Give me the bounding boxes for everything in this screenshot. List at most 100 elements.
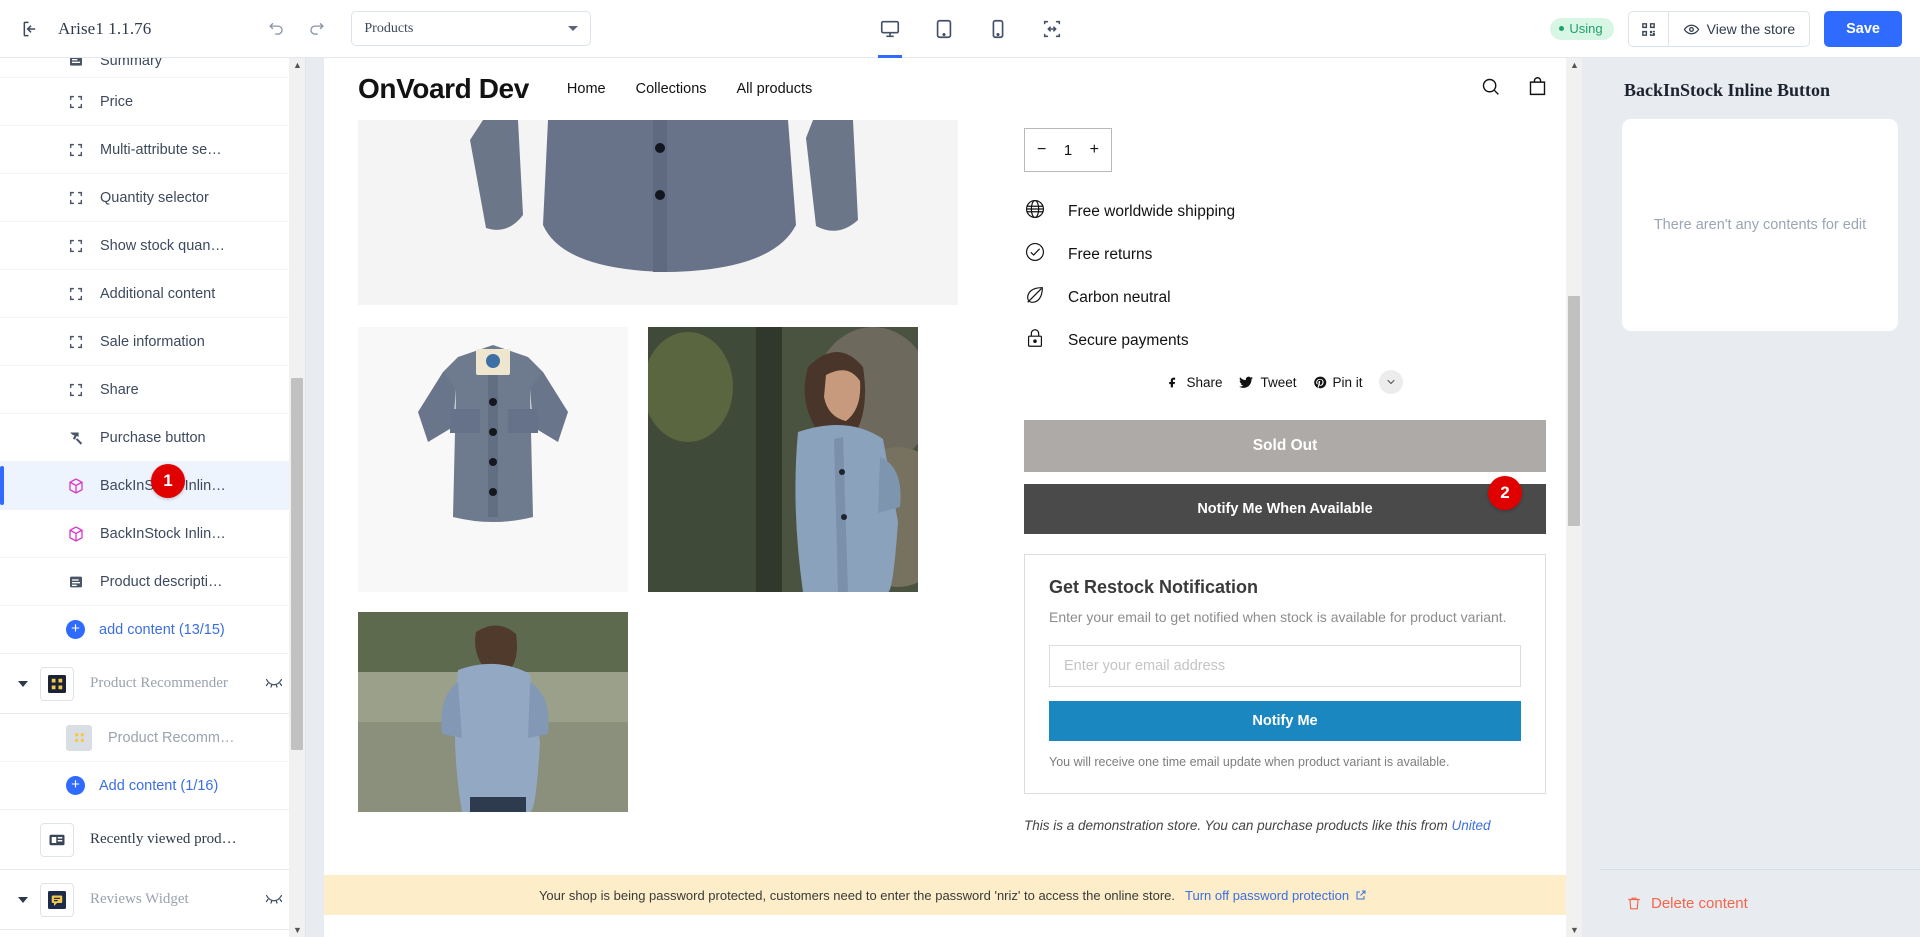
sidebar-group-label: Recently viewed prod… bbox=[90, 831, 237, 847]
restock-email-input[interactable] bbox=[1049, 645, 1521, 688]
sidebar-item-label: Product descripti… bbox=[100, 573, 223, 590]
undo-icon[interactable] bbox=[261, 14, 291, 44]
sidebar-item-sale-information[interactable]: Sale information bbox=[0, 318, 305, 366]
quantity-stepper[interactable]: − 1 + bbox=[1024, 128, 1112, 172]
sidebar-item-label: Summary bbox=[100, 58, 163, 69]
sidebar-item-additional-content[interactable]: Additional content bbox=[0, 270, 305, 318]
sidebar-item-quantity-selector[interactable]: Quantity selector bbox=[0, 174, 305, 222]
save-button[interactable]: Save bbox=[1824, 11, 1902, 47]
share-twitter-button[interactable]: Tweet bbox=[1238, 374, 1297, 390]
scroll-up-icon[interactable]: ▲ bbox=[293, 60, 302, 70]
chevron-down-icon[interactable] bbox=[18, 680, 28, 687]
feature-free-returns: Free returns bbox=[1024, 241, 1546, 268]
nav-link-home[interactable]: Home bbox=[567, 81, 606, 97]
quantity-decrease-button[interactable]: − bbox=[1037, 141, 1046, 159]
sidebar-item-summary[interactable]: Summary bbox=[0, 58, 305, 78]
scroll-down-icon[interactable]: ▼ bbox=[293, 925, 302, 935]
social-share-row: Share Tweet Pin it bbox=[1024, 370, 1546, 394]
eye-off-icon[interactable] bbox=[265, 890, 283, 909]
sidebar-item-label: Quantity selector bbox=[100, 189, 209, 206]
sidebar-item-show-stock-quantity[interactable]: Show stock quan… bbox=[0, 222, 305, 270]
share-label: Tweet bbox=[1260, 374, 1297, 390]
add-content-button-1[interactable]: + add content (13/15) bbox=[0, 606, 305, 654]
nav-link-collections[interactable]: Collections bbox=[636, 81, 707, 97]
preview-scroll-thumb[interactable] bbox=[1568, 296, 1580, 526]
sidebar-group-label: Reviews Widget bbox=[90, 891, 189, 907]
text-block-icon bbox=[66, 572, 86, 592]
add-content-label: Add content (1/16) bbox=[99, 777, 219, 794]
sidebar-item-share[interactable]: Share bbox=[0, 366, 305, 414]
notify-me-when-available-button[interactable]: Notify Me When Available bbox=[1024, 484, 1546, 534]
view-store-label: View the store bbox=[1706, 21, 1796, 37]
product-image-model-side[interactable] bbox=[648, 327, 918, 592]
sidebar-group-reviews-widget[interactable]: Reviews Widget bbox=[0, 870, 305, 930]
lock-icon bbox=[1024, 327, 1046, 354]
product-image-flat-lay[interactable] bbox=[358, 327, 628, 592]
check-circle-icon bbox=[1024, 241, 1046, 268]
right-panel-title: BackInStock Inline Button bbox=[1624, 80, 1831, 100]
share-facebook-button[interactable]: Share bbox=[1167, 375, 1222, 390]
placeholder-icon bbox=[66, 332, 86, 352]
nav-link-all-products[interactable]: All products bbox=[737, 81, 813, 97]
quantity-value[interactable]: 1 bbox=[1064, 142, 1072, 159]
toolbar-actions: Using View the store Save bbox=[1550, 0, 1902, 58]
annotation-badge-1: 1 bbox=[151, 464, 185, 498]
sidebar-item-product-description[interactable]: Product descripti… bbox=[0, 558, 305, 606]
scroll-down-icon[interactable]: ▼ bbox=[1570, 925, 1579, 935]
page-select[interactable]: Products bbox=[351, 11, 592, 46]
quantity-increase-button[interactable]: + bbox=[1090, 141, 1099, 159]
turn-off-password-protection-link[interactable]: Turn off password protection bbox=[1185, 888, 1367, 903]
sold-out-button: Sold Out bbox=[1024, 420, 1546, 472]
sidebar-group-recently-viewed[interactable]: Recently viewed prod… bbox=[0, 810, 305, 870]
device-mobile-button[interactable] bbox=[976, 0, 1020, 58]
exit-icon[interactable] bbox=[18, 16, 44, 42]
qr-code-icon[interactable] bbox=[1629, 12, 1669, 46]
feature-free-worldwide-shipping: Free worldwide shipping bbox=[1024, 198, 1546, 225]
chevron-down-icon[interactable] bbox=[18, 896, 28, 903]
sidebar-item-backinstock-inline-1[interactable]: BackInStock Inlin… 1 bbox=[0, 462, 305, 510]
device-tablet-button[interactable] bbox=[922, 0, 966, 58]
right-properties-panel: BackInStock Inline Button There aren't a… bbox=[1600, 58, 1920, 937]
product-image-main[interactable] bbox=[358, 120, 958, 305]
placeholder-icon bbox=[66, 92, 86, 112]
feature-secure-payments: Secure payments bbox=[1024, 327, 1546, 354]
delete-content-button[interactable]: Delete content bbox=[1626, 895, 1748, 912]
restock-notification-card: Get Restock Notification Enter your emai… bbox=[1024, 554, 1546, 795]
external-link-icon bbox=[1356, 890, 1366, 900]
sidebar-item-multi-attribute[interactable]: Multi-attribute se… bbox=[0, 126, 305, 174]
eye-off-icon[interactable] bbox=[265, 674, 283, 693]
demo-store-note-link[interactable]: United bbox=[1451, 818, 1490, 833]
pinterest-icon bbox=[1313, 376, 1326, 388]
device-switcher bbox=[868, 0, 1074, 58]
search-icon[interactable] bbox=[1480, 76, 1501, 102]
sidebar-item-purchase-button[interactable]: Purchase button bbox=[0, 414, 305, 462]
notify-me-submit-button[interactable]: Notify Me bbox=[1049, 701, 1521, 742]
store-logo[interactable]: OnVoard Dev bbox=[358, 73, 529, 105]
sidebar-subitem-product-recommender[interactable]: Product Recomm… bbox=[0, 714, 305, 762]
placeholder-icon bbox=[66, 188, 86, 208]
device-desktop-button[interactable] bbox=[868, 0, 912, 58]
share-pinterest-button[interactable]: Pin it bbox=[1313, 375, 1363, 390]
right-panel-footer: Delete content bbox=[1600, 869, 1920, 937]
add-content-button-2[interactable]: + Add content (1/16) bbox=[0, 762, 305, 810]
password-protection-text: Your shop is being password protected, c… bbox=[538, 887, 1176, 903]
sidebar-scrollbar[interactable]: ▲ ▼ bbox=[289, 58, 305, 937]
trash-icon bbox=[1628, 897, 1640, 910]
redo-icon[interactable] bbox=[301, 14, 331, 44]
sidebar-group-product-recommender[interactable]: Product Recommender bbox=[0, 654, 305, 714]
leaf-icon bbox=[1024, 284, 1046, 311]
shopping-bag-icon[interactable] bbox=[1527, 76, 1548, 102]
sidebar-scroll-thumb[interactable] bbox=[291, 378, 303, 750]
sidebar-item-backinstock-inline-2[interactable]: BackInStock Inlin… bbox=[0, 510, 305, 558]
preview-scrollbar[interactable]: ▲ ▼ bbox=[1566, 58, 1582, 937]
chevron-down-icon[interactable] bbox=[1378, 370, 1403, 394]
product-image-model-back[interactable] bbox=[358, 612, 628, 812]
top-toolbar: Arise1 1.1.76 Products Using View the st… bbox=[0, 0, 1920, 58]
device-fullwidth-button[interactable] bbox=[1030, 0, 1074, 58]
share-label: Share bbox=[1186, 374, 1223, 390]
grid-yellow-icon bbox=[66, 724, 92, 751]
view-store-button[interactable]: View the store bbox=[1669, 12, 1809, 46]
scroll-up-icon[interactable]: ▲ bbox=[1570, 60, 1579, 70]
sidebar-item-price[interactable]: Price bbox=[0, 78, 305, 126]
eye-icon bbox=[1683, 24, 1699, 34]
